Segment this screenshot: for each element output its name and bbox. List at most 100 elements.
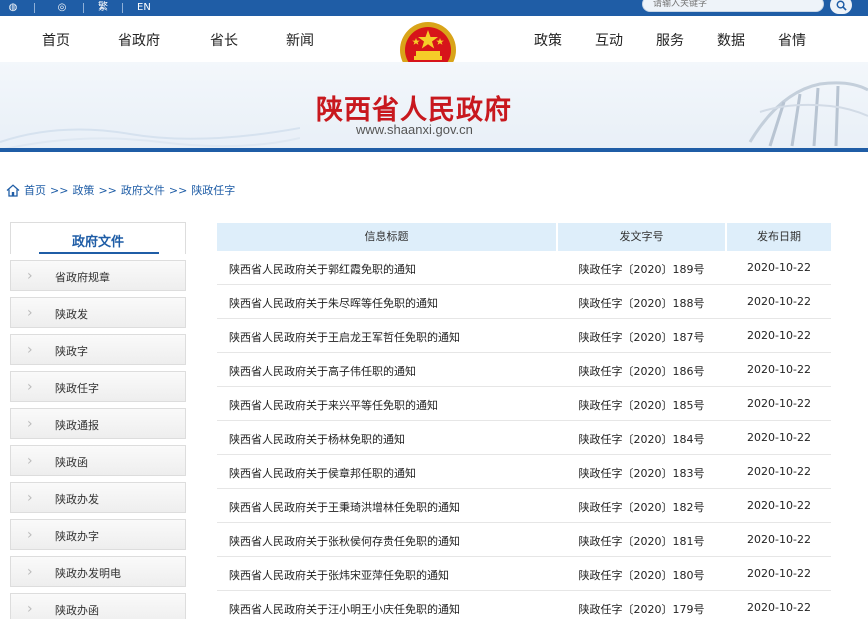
sidebar-item-shaanzhengbanzi[interactable]: › 陕政办字 xyxy=(10,519,186,550)
chevron-right-icon: › xyxy=(27,453,33,469)
breadcrumb-current[interactable]: 陕政任字 xyxy=(191,182,235,198)
sidebar-item-shaanzhengrenzi[interactable]: › 陕政任字 xyxy=(10,371,186,402)
nav-item-home[interactable]: 首页 xyxy=(42,32,70,50)
row-date: 2020-10-22 xyxy=(747,465,811,478)
chevron-right-icon: › xyxy=(27,268,33,284)
sidebar-item-label: 陕政字 xyxy=(55,345,88,358)
row-title-link[interactable]: 陕西省人民政府关于郭红霞免职的通知 xyxy=(229,261,416,277)
nav-item-interaction[interactable]: 互动 xyxy=(595,32,623,50)
row-title-link[interactable]: 陕西省人民政府关于来兴平等任免职的通知 xyxy=(229,397,438,413)
table-row[interactable]: 陕西省人民政府关于高子伟任职的通知 陕政任字〔2020〕186号 2020-10-2… xyxy=(217,353,831,387)
row-doc-number: 陕政任字〔2020〕184号 xyxy=(578,433,705,446)
table-row[interactable]: 陕西省人民政府关于朱尽晖等任免职的通知 陕政任字〔2020〕188号 2020-10… xyxy=(217,285,831,319)
table-row[interactable]: 陕西省人民政府关于汪小明王小庆任免职的通知 陕政任字〔2020〕179号 2020-… xyxy=(217,591,831,619)
row-date: 2020-10-22 xyxy=(747,363,811,376)
top-bar-divider xyxy=(34,3,35,13)
breadcrumb-policy[interactable]: 政策 xyxy=(72,182,94,198)
table-row[interactable]: 陕西省人民政府关于张秋侯何存贵任免职的通知 陕政任字〔2020〕181号 2020-… xyxy=(217,523,831,557)
row-title-link[interactable]: 陕西省人民政府关于朱尽晖等任免职的通知 xyxy=(229,295,438,311)
top-bar-divider xyxy=(83,3,84,13)
row-title-link[interactable]: 陕西省人民政府关于侯章邦任职的通知 xyxy=(229,465,416,481)
row-date: 2020-10-22 xyxy=(747,431,811,444)
nav-item-news[interactable]: 新闻 xyxy=(286,32,314,50)
nav-item-province-info[interactable]: 省情 xyxy=(778,32,806,50)
row-date: 2020-10-22 xyxy=(747,499,811,512)
document-table: 信息标题 发文字号 发布日期 陕西省人民政府关于郭红霞免职的通知 陕政任字〔202… xyxy=(217,223,831,619)
sidebar-item-shaanzhengbanfa[interactable]: › 陕政办发 xyxy=(10,482,186,513)
nav-item-data[interactable]: 数据 xyxy=(717,32,745,50)
table-row[interactable]: 陕西省人民政府关于杨林免职的通知 陕政任字〔2020〕184号 2020-10-22 xyxy=(217,421,831,455)
sidebar-item-shaanzhengfa[interactable]: › 陕政发 xyxy=(10,297,186,328)
breadcrumb-home[interactable]: 首页 xyxy=(24,182,46,198)
nav-item-governor[interactable]: 省长 xyxy=(210,32,238,50)
wechat-icon[interactable]: ◎ xyxy=(55,2,69,14)
row-doc-number: 陕政任字〔2020〕179号 xyxy=(578,603,705,616)
nav-item-provincial-government[interactable]: 省政府 xyxy=(118,32,160,50)
row-title-link[interactable]: 陕西省人民政府关于张秋侯何存贵任免职的通知 xyxy=(229,533,460,549)
row-title-link[interactable]: 陕西省人民政府关于高子伟任职的通知 xyxy=(229,363,416,379)
chevron-right-icon: › xyxy=(27,601,33,617)
row-title-link[interactable]: 陕西省人民政府关于王秉琦洪增林任免职的通知 xyxy=(229,499,460,515)
sidebar-title: 政府文件 xyxy=(71,235,124,250)
chevron-right-icon: › xyxy=(27,379,33,395)
sidebar-item-label: 陕政办函 xyxy=(55,604,99,617)
breadcrumb: 首页 >> 政策 >> 政府文件 >> 陕政任字 xyxy=(6,182,235,198)
table-row[interactable]: 陕西省人民政府关于王启龙王军哲任免职的通知 陕政任字〔2020〕187号 2020-… xyxy=(217,319,831,353)
search-button[interactable] xyxy=(830,0,852,14)
site-banner: 陕西省人民政府 www.shaanxi.gov.cn xyxy=(0,62,868,152)
sidebar-item-label: 陕政通报 xyxy=(55,419,99,432)
top-bar-divider xyxy=(122,3,123,13)
breadcrumb-government-documents[interactable]: 政府文件 xyxy=(121,182,165,198)
table-row[interactable]: 陕西省人民政府关于王秉琦洪增林任免职的通知 陕政任字〔2020〕182号 2020-… xyxy=(217,489,831,523)
column-header-title: 信息标题 xyxy=(217,223,556,251)
sidebar-title-underline xyxy=(39,252,159,254)
chevron-right-icon: › xyxy=(27,342,33,358)
row-date: 2020-10-22 xyxy=(747,601,811,614)
weibo-icon[interactable]: ◍ xyxy=(6,2,20,14)
row-title-link[interactable]: 陕西省人民政府关于王启龙王军哲任免职的通知 xyxy=(229,329,460,345)
breadcrumb-separator: >> xyxy=(50,183,69,197)
row-doc-number: 陕政任字〔2020〕189号 xyxy=(578,263,705,276)
row-doc-number: 陕政任字〔2020〕187号 xyxy=(578,331,705,344)
table-row[interactable]: 陕西省人民政府关于张炜宋亚萍任免职的通知 陕政任字〔2020〕180号 2020-1… xyxy=(217,557,831,591)
sidebar-item-label: 陕政发 xyxy=(55,308,88,321)
nav-item-services[interactable]: 服务 xyxy=(656,32,684,50)
sidebar-item-label: 陕政办发明电 xyxy=(55,567,121,580)
sidebar-item-label: 陕政办发 xyxy=(55,493,99,506)
table-body: 陕西省人民政府关于郭红霞免职的通知 陕政任字〔2020〕189号 2020-10-2… xyxy=(217,251,831,619)
column-header-doc-number: 发文字号 xyxy=(558,223,725,251)
search-icon xyxy=(836,0,847,11)
table-row[interactable]: 陕西省人民政府关于郭红霞免职的通知 陕政任字〔2020〕189号 2020-10-2… xyxy=(217,251,831,285)
sidebar-item-label: 陕政办字 xyxy=(55,530,99,543)
table-row[interactable]: 陕西省人民政府关于来兴平等任免职的通知 陕政任字〔2020〕185号 2020-10… xyxy=(217,387,831,421)
site-url: www.shaanxi.gov.cn xyxy=(356,122,473,137)
nav-item-policy[interactable]: 政策 xyxy=(534,32,562,50)
breadcrumb-separator: >> xyxy=(168,183,188,197)
sidebar-item-provincial-regulations[interactable]: › 省政府规章 xyxy=(10,260,186,291)
chevron-right-icon: › xyxy=(27,416,33,432)
row-doc-number: 陕政任字〔2020〕180号 xyxy=(578,569,705,582)
row-date: 2020-10-22 xyxy=(747,261,811,274)
sidebar-item-shaanzhengtongbao[interactable]: › 陕政通报 xyxy=(10,408,186,439)
sidebar-item-shaanzhenghan[interactable]: › 陕政函 xyxy=(10,445,186,476)
banner-divider xyxy=(0,148,868,152)
row-date: 2020-10-22 xyxy=(747,397,811,410)
row-doc-number: 陕政任字〔2020〕185号 xyxy=(578,399,705,412)
sidebar-item-shaanzhengbanfamingdian[interactable]: › 陕政办发明电 xyxy=(10,556,186,587)
row-title-link[interactable]: 陕西省人民政府关于杨林免职的通知 xyxy=(229,431,405,447)
sidebar-item-label: 陕政函 xyxy=(55,456,88,469)
sidebar-item-shaanzhengbanhan[interactable]: › 陕政办函 xyxy=(10,593,186,619)
traditional-chinese-link[interactable]: 繁 xyxy=(98,2,108,14)
home-icon[interactable] xyxy=(6,183,20,197)
row-doc-number: 陕政任字〔2020〕186号 xyxy=(578,365,705,378)
breadcrumb-separator: >> xyxy=(98,183,117,197)
row-title-link[interactable]: 陕西省人民政府关于汪小明王小庆任免职的通知 xyxy=(229,601,460,617)
row-title-link[interactable]: 陕西省人民政府关于张炜宋亚萍任免职的通知 xyxy=(229,567,449,583)
table-row[interactable]: 陕西省人民政府关于侯章邦任职的通知 陕政任字〔2020〕183号 2020-10-2… xyxy=(217,455,831,489)
row-doc-number: 陕政任字〔2020〕181号 xyxy=(578,535,705,548)
sidebar-item-shaanzhengzi[interactable]: › 陕政字 xyxy=(10,334,186,365)
banner-decoration-right xyxy=(740,81,868,151)
english-link[interactable]: EN xyxy=(137,2,151,14)
search-input[interactable] xyxy=(642,0,824,12)
row-date: 2020-10-22 xyxy=(747,295,811,308)
